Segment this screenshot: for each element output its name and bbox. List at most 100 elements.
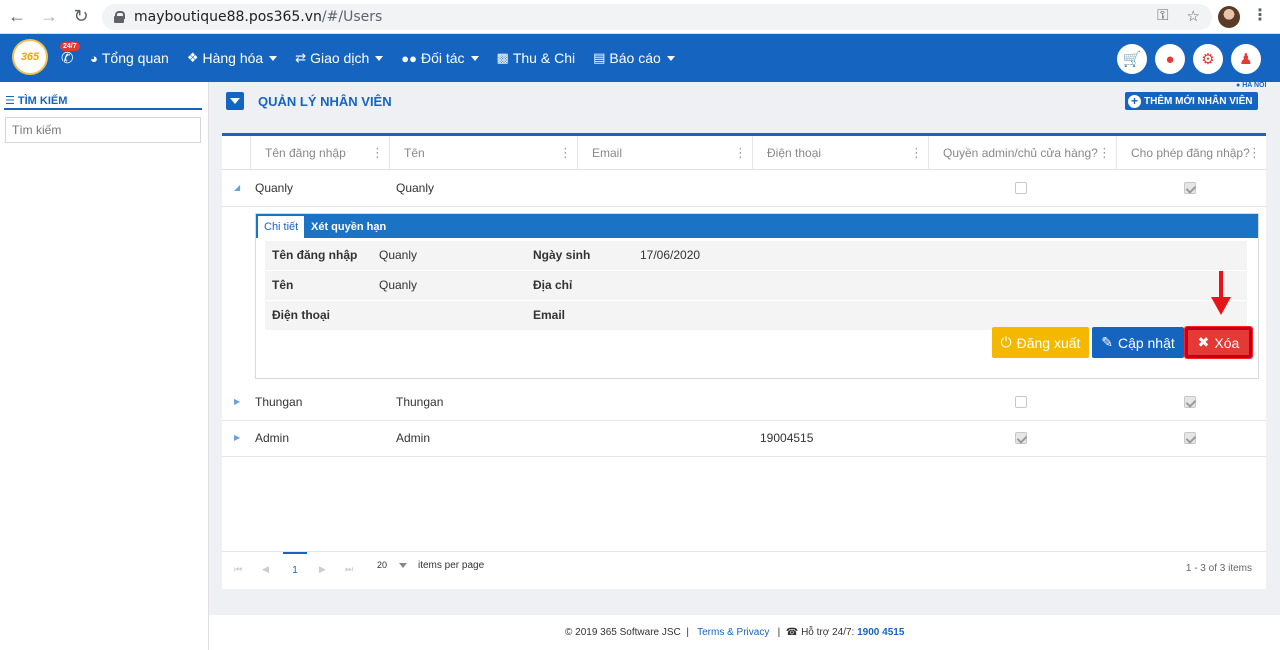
exchange-icon: ⇄	[295, 50, 307, 65]
can-login-checkbox[interactable]	[1184, 396, 1196, 408]
caret-down-icon	[375, 55, 384, 61]
caret-down-icon	[666, 55, 675, 61]
menu-item-doi-tac[interactable]: ●● Đối tác	[401, 50, 479, 66]
money-icon: ▩	[496, 50, 509, 65]
cart-icon[interactable]: 🛒	[1117, 44, 1147, 74]
field-value: Quanly	[379, 248, 418, 262]
chevron-down-icon[interactable]	[399, 563, 407, 568]
star-icon[interactable]: ☆	[1187, 7, 1200, 25]
users-icon: ●●	[401, 50, 417, 66]
last-page-icon[interactable]: ⏭	[345, 564, 353, 575]
key-icon[interactable]: ⚿	[1157, 7, 1168, 25]
add-employee-button[interactable]: + THÊM MỚI NHÂN VIÊN	[1125, 92, 1258, 110]
column-header-name[interactable]: Tên ⋮	[389, 136, 577, 170]
cell-username: Thungan	[255, 395, 303, 409]
cell-name: Admin	[396, 431, 431, 445]
power-icon: ⏻	[1000, 334, 1012, 350]
gear-icon[interactable]: ⚙	[1193, 44, 1223, 74]
column-menu-icon[interactable]: ⋮	[910, 136, 923, 170]
next-page-icon[interactable]: ▶	[319, 564, 326, 575]
edit-icon: ✎	[1101, 334, 1113, 350]
plus-icon: +	[1128, 94, 1141, 108]
field-label: Địa chỉ	[533, 278, 573, 292]
search-input[interactable]	[5, 117, 201, 143]
page-size-select[interactable]: 20	[377, 560, 387, 570]
field-label: Tên đăng nhập	[272, 248, 358, 262]
table-row[interactable]: ▶ Admin Admin 19004515	[222, 421, 1266, 457]
reload-icon[interactable]: ↻	[66, 2, 96, 32]
list-icon: ☰	[5, 95, 15, 107]
cubes-icon: ❖	[186, 50, 199, 65]
sidebar: ☰ TÌM KIẾM	[0, 82, 209, 650]
page-number[interactable]: 1	[283, 552, 307, 586]
copyright-text: © 2019 365 Software JSC	[565, 627, 681, 638]
prev-page-icon[interactable]: ◀	[262, 564, 269, 575]
menu-item-bao-cao[interactable]: ▤ Báo cáo	[593, 50, 675, 66]
field-label: Tên	[272, 278, 294, 292]
column-menu-icon[interactable]: ⋮	[1248, 136, 1261, 170]
expand-icon[interactable]: ▶	[234, 421, 240, 455]
column-header-can-login[interactable]: Cho phép đăng nhập? ⋮	[1116, 136, 1266, 170]
sidebar-title: ☰ TÌM KIẾM	[5, 94, 68, 108]
support-phone[interactable]: 1900 4515	[857, 627, 904, 638]
column-menu-icon[interactable]: ⋮	[734, 136, 747, 170]
cell-name: Quanly	[396, 181, 435, 195]
terms-link[interactable]: Terms & Privacy	[697, 627, 769, 638]
lock-icon	[114, 11, 125, 23]
tab-xet-quyen-han[interactable]: Xét quyền hạn	[305, 216, 392, 238]
field-label: Email	[533, 308, 566, 322]
profile-avatar[interactable]	[1218, 6, 1240, 28]
back-arrow-icon[interactable]: ←	[2, 2, 32, 32]
column-header-email[interactable]: Email ⋮	[577, 136, 752, 170]
annotation-arrow-icon	[1211, 271, 1231, 315]
cell-name: Thungan	[396, 395, 444, 409]
column-menu-icon[interactable]: ⋮	[371, 136, 384, 170]
menu-item-giao-dich[interactable]: ⇄ Giao dịch	[295, 50, 384, 66]
delete-button[interactable]: ✖ Xóa	[1184, 326, 1253, 359]
menu-item-hang-hoa[interactable]: ❖ Hàng hóa	[186, 50, 278, 66]
admin-checkbox[interactable]	[1015, 432, 1027, 444]
can-login-checkbox[interactable]	[1184, 432, 1196, 444]
collapse-icon[interactable]: ◢	[234, 171, 240, 205]
detail-row: Tên đăng nhập Quanly Ngày sinh 17/06/202…	[265, 241, 1247, 271]
filter-icon[interactable]	[226, 92, 244, 110]
admin-checkbox[interactable]	[1015, 396, 1027, 408]
user-icon[interactable]: ♟	[1231, 44, 1261, 74]
column-header-phone[interactable]: Điện thoại ⋮	[752, 136, 928, 170]
close-icon: ✖	[1197, 334, 1210, 350]
cell-username: Quanly	[255, 181, 294, 195]
forward-arrow-icon[interactable]: →	[34, 2, 64, 32]
column-header-admin[interactable]: Quyền admin/chủ cửa hàng? ⋮	[928, 136, 1116, 170]
caret-down-icon	[470, 55, 479, 61]
divider	[4, 108, 202, 110]
support-label: Hỗ trợ 24/7:	[801, 627, 855, 638]
table-row[interactable]: ◢ Quanly Quanly	[222, 171, 1266, 207]
footer: © 2019 365 Software JSC | Terms & Privac…	[209, 615, 1280, 650]
column-header-username[interactable]: Tên đăng nhập ⋮	[250, 136, 389, 170]
url-text: mayboutique88.pos365.vn/#/Users	[134, 9, 383, 25]
can-login-checkbox[interactable]	[1184, 182, 1196, 194]
grid-header: Tên đăng nhập ⋮ Tên ⋮ Email ⋮ Điện thoại ⋮ Q…	[222, 136, 1266, 170]
support-badge: 24/7	[60, 42, 80, 51]
menu-item-tong-quan[interactable]: ◕ Tổng quan	[90, 50, 169, 66]
detail-row: Tên Quanly Địa chỉ	[265, 271, 1247, 301]
cell-username: Admin	[255, 431, 290, 445]
first-page-icon[interactable]: ⏮	[234, 564, 242, 575]
logo[interactable]: 365	[12, 39, 48, 75]
table-row[interactable]: ▶ Thungan Thungan	[222, 385, 1266, 421]
expand-icon[interactable]: ▶	[234, 385, 240, 419]
column-menu-icon[interactable]: ⋮	[559, 136, 572, 170]
tab-chi-tiet[interactable]: Chi tiết	[258, 216, 305, 238]
main-menu: ◕ Tổng quan ❖ Hàng hóa ⇄ Giao dịch ●● Đối tá…	[90, 34, 693, 82]
admin-checkbox[interactable]	[1015, 182, 1027, 194]
address-bar[interactable]: mayboutique88.pos365.vn/#/Users ⚿ ☆	[102, 4, 1212, 30]
detail-tabs: Chi tiết Xét quyền hạn	[256, 214, 1258, 238]
location-icon[interactable]: ●	[1155, 44, 1185, 74]
menu-item-thu-chi[interactable]: ▩ Thu & Chi	[497, 50, 576, 66]
column-menu-icon[interactable]: ⋮	[1098, 136, 1111, 170]
update-button[interactable]: ✎ Cập nhật	[1092, 327, 1184, 358]
logout-button[interactable]: ⏻ Đăng xuất	[992, 327, 1089, 358]
browser-menu-icon[interactable]: ⋮	[1252, 8, 1268, 24]
phone-icon[interactable]: ✆	[61, 49, 74, 67]
phone-square-icon: ☎	[785, 627, 799, 638]
